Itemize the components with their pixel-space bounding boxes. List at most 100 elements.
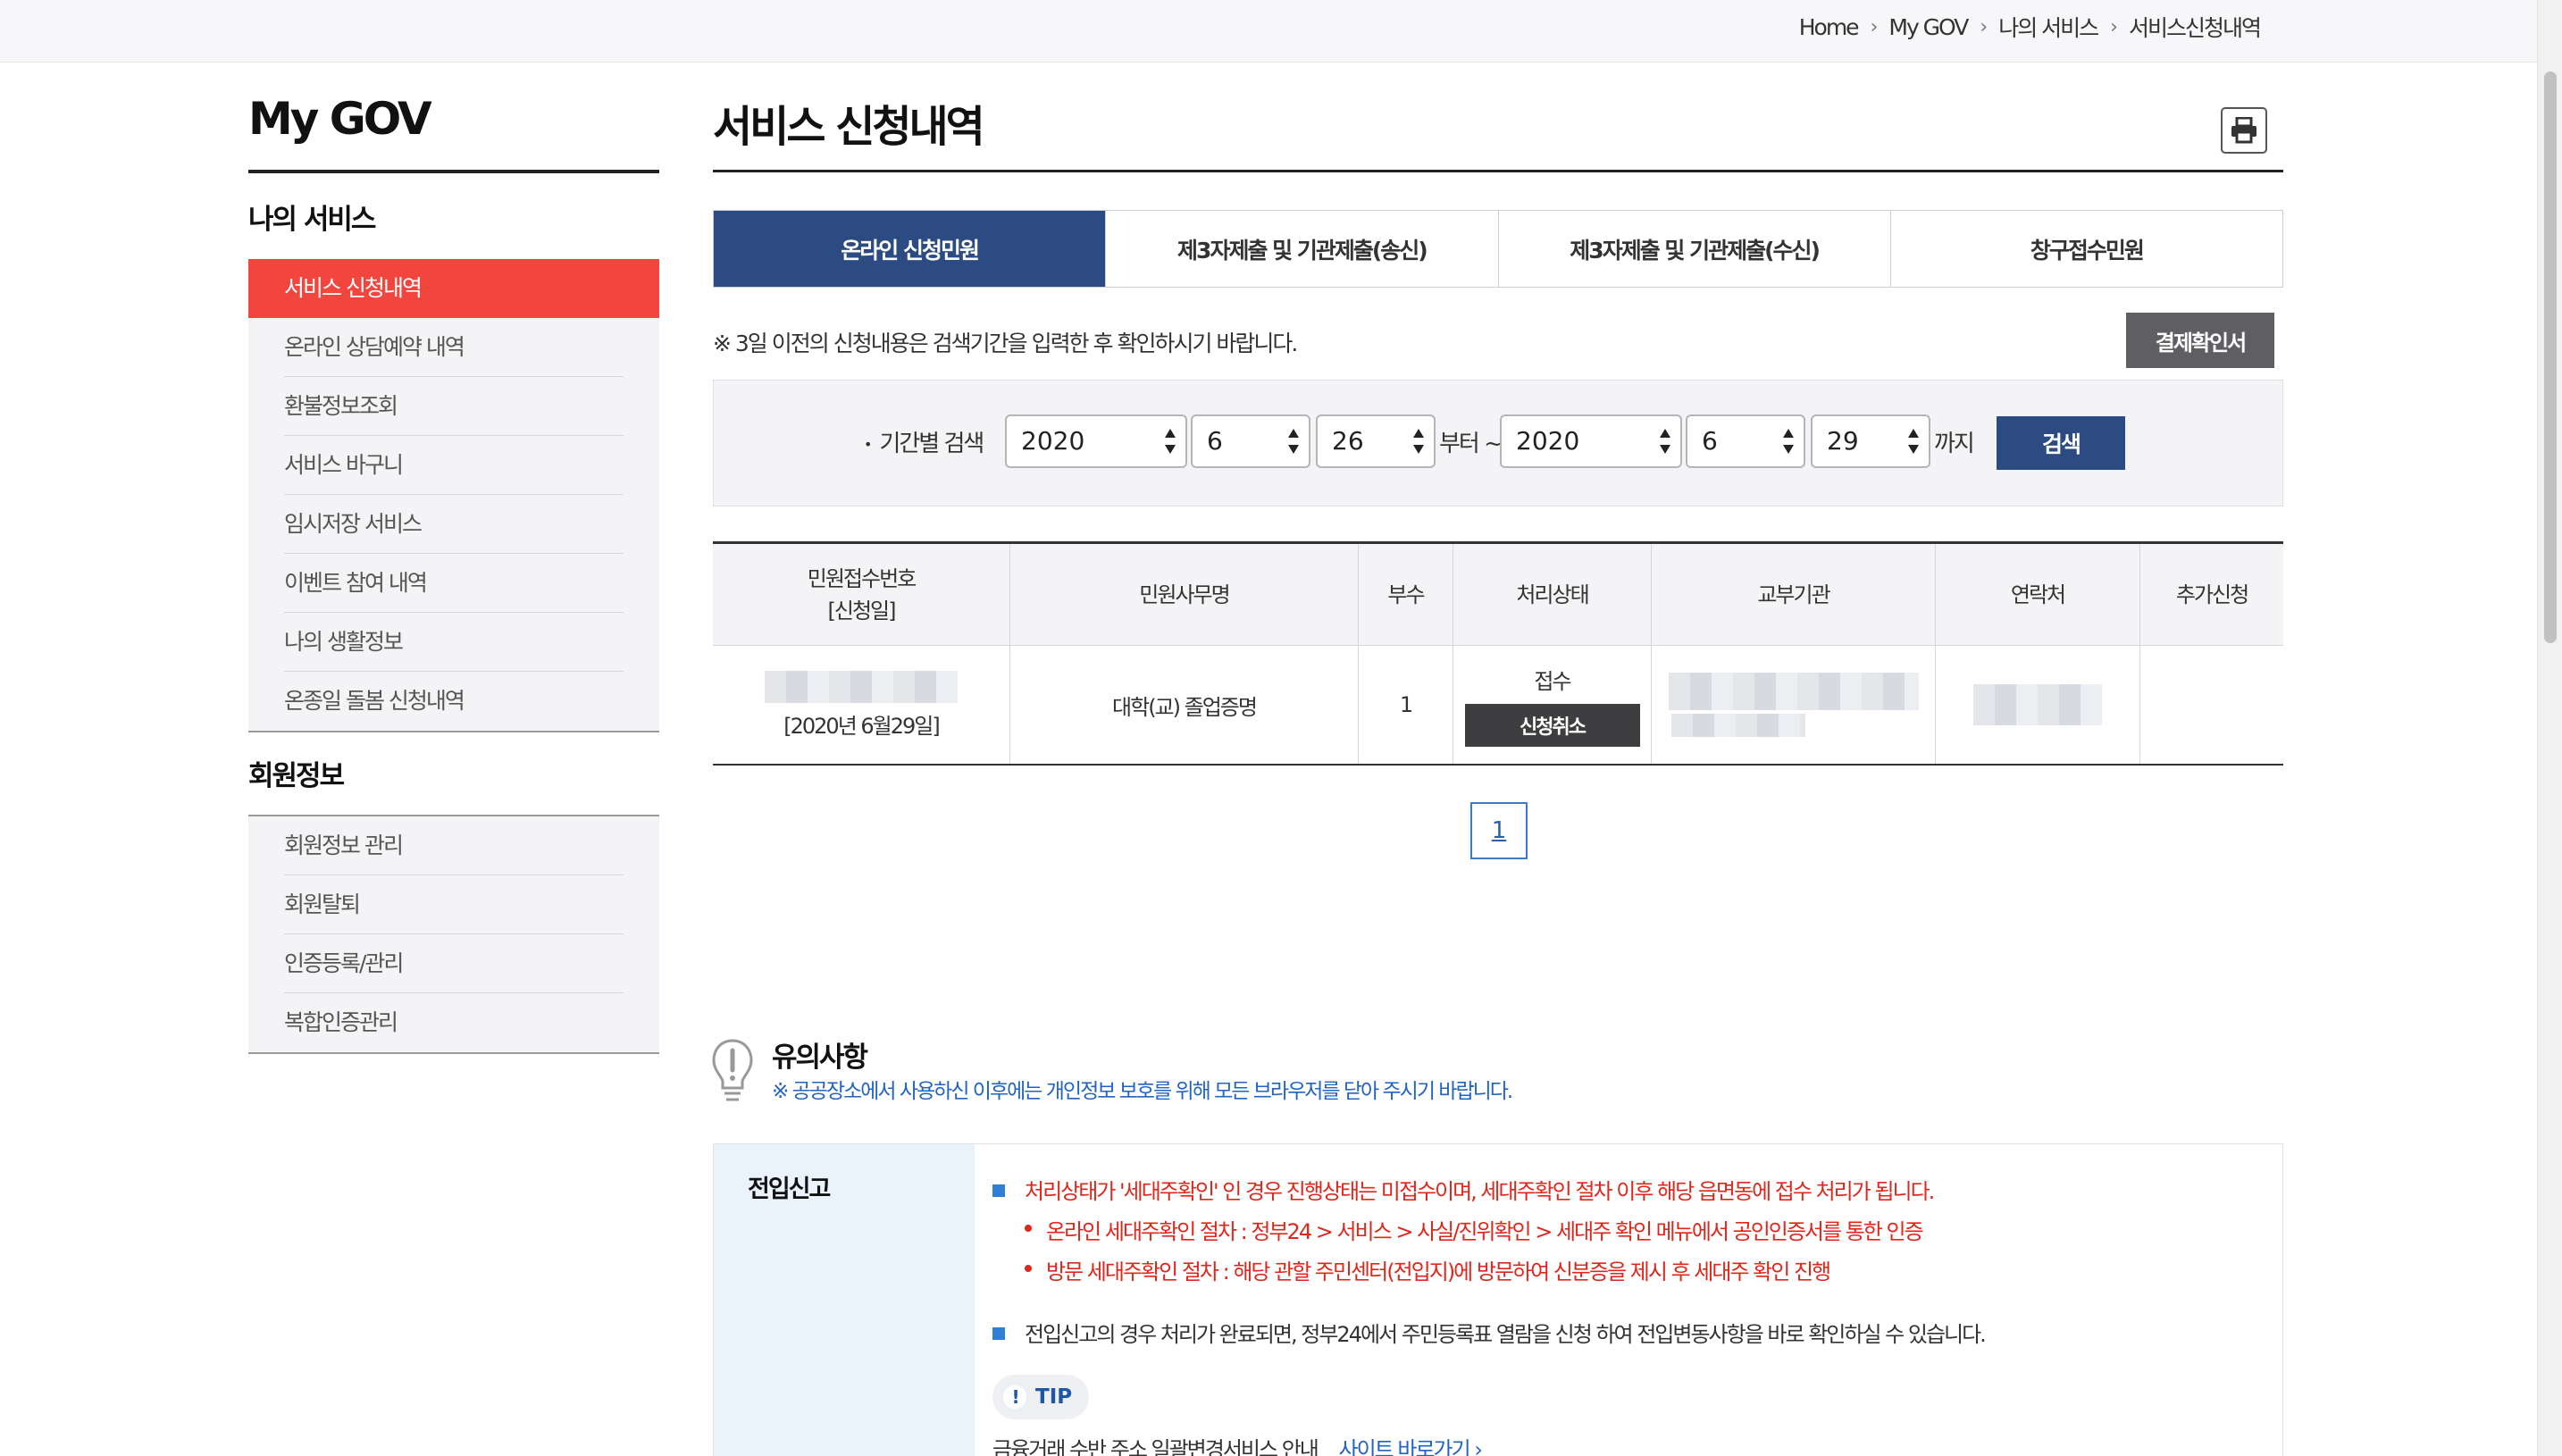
header-copies: 부수 [1359,544,1453,646]
to-month-value: 6 [1702,426,1718,456]
sidebar-item-event[interactable]: 이벤트 참여 내역 [248,554,659,613]
from-day-select[interactable]: 26 [1316,414,1436,468]
page-title: 서비스 신청내역 [713,102,985,152]
header-apply-date-label: [신청일] [827,598,897,623]
info-line-status: 처리상태가 '세대주확인' 인 경우 진행상태는 미접수이며, 세대주확인 절차… [1025,1179,1935,1204]
tip-text: 금융거래 수반 주소 일괄변경서비스 안내 [992,1437,1319,1456]
tip-badge: ! TIP [992,1375,1089,1419]
header-additional: 추가신청 [2140,544,2283,646]
header-receipt-number: 민원접수번호 [신청일] [713,544,1010,646]
from-year-select[interactable]: 2020 [1005,414,1187,468]
table-row: [2020년 6월29일] 대학(교) 졸업증명 1 접수 신청취소 [713,646,2283,764]
sidebar-group-member: 회원정보 [248,760,345,792]
cell-receipt-number: [2020년 6월29일] [713,646,1010,764]
to-month-select[interactable]: 6 [1686,414,1805,468]
breadcrumb-my-service[interactable]: 나의 서비스 [1998,11,2099,43]
sidebar-item-cert[interactable]: 인증등록/관리 [248,934,659,993]
tab-third-party-sent[interactable]: 제3자제출 및 기관제출(송신) [1106,211,1499,287]
sidebar-item-life-info[interactable]: 나의 생활정보 [248,613,659,672]
chevron-right-icon: › [1870,15,1879,38]
sidebar-item-care[interactable]: 온종일 돌봄 신청내역 [248,672,659,731]
tab-online-application[interactable]: 온라인 신청민원 [714,211,1107,287]
info-line-online: 온라인 세대주확인 절차 : 정부24 > 서비스 > 사실/진위확인 > 세대… [1046,1219,1924,1244]
divider [713,170,2283,172]
sidebar-title: My GOV [248,93,432,145]
redacted-agency-line2 [1671,714,1805,737]
caution-subtitle: ※ 공공장소에서 사용하신 이후에는 개인정보 보호를 위해 모든 브라우저를 … [772,1080,1513,1103]
to-day-value: 29 [1827,426,1859,456]
table-header-row: 민원접수번호 [신청일] 민원사무명 부수 처리상태 교부기관 연락처 추가신청 [713,544,2283,646]
site-shortcut-label: 사이트 바로가기 [1338,1437,1471,1456]
lightbulb-icon [712,1039,753,1101]
page-number-current[interactable]: 1 [1470,802,1528,859]
chevron-right-icon: › [1474,1437,1483,1456]
header-status: 처리상태 [1453,544,1652,646]
to-day-select[interactable]: 29 [1811,414,1930,468]
sidebar-menu-my-service: 서비스 신청내역 온라인 상담예약 내역 환불정보조회 서비스 바구니 임시저장… [248,259,659,731]
payment-receipt-button[interactable]: 결제확인서 [2126,313,2274,368]
header-service-name: 민원사무명 [1010,544,1359,646]
sidebar-menu-member: 회원정보 관리 회원탈퇴 인증등록/관리 복합인증관리 [248,816,659,1052]
square-bullet-icon [992,1327,1005,1340]
vertical-scrollbar[interactable] [2537,0,2562,1456]
sidebar-item-multi-cert[interactable]: 복합인증관리 [248,993,659,1052]
select-arrows-icon [1782,427,1795,456]
to-text: 까지 [1934,431,1975,457]
from-text: 부터 ~ [1439,431,1503,457]
divider [248,1052,659,1054]
print-button[interactable] [2221,107,2267,154]
sidebar-item-refund[interactable]: 환불정보조회 [248,377,659,436]
sidebar-item-temp-saved[interactable]: 임시저장 서비스 [248,495,659,554]
tip-text-row: 금융거래 수반 주소 일괄변경서비스 안내 사이트 바로가기 › [992,1432,1483,1456]
to-year-select[interactable]: 2020 [1500,414,1682,468]
search-button[interactable]: 검색 [1997,416,2125,470]
cancel-application-button[interactable]: 신청취소 [1464,703,1640,747]
redacted-receipt-number [765,670,958,703]
status-text: 접수 [1534,668,1571,694]
cell-apply-date: [2020년 6월29일] [783,713,940,739]
select-arrows-icon [1412,427,1425,456]
top-bar: Home › My GOV › 나의 서비스 › 서비스신청내역 [0,0,2537,63]
search-label: • 기간별 검색 [864,425,984,458]
application-table: 민원접수번호 [신청일] 민원사무명 부수 처리상태 교부기관 연락처 추가신청 … [713,541,2283,766]
sidebar-item-member-manage[interactable]: 회원정보 관리 [248,816,659,875]
tab-counter-application[interactable]: 창구접수민원 [1890,211,2282,287]
breadcrumb-home[interactable]: Home [1799,14,1860,40]
info-heading: 전입신고 [748,1176,831,1203]
tab-third-party-received[interactable]: 제3자제출 및 기관제출(수신) [1498,211,1891,287]
sidebar-group-my-service: 나의 서비스 [248,204,376,236]
header-issuing-agency: 교부기관 [1652,544,1936,646]
select-arrows-icon [1659,427,1671,456]
sidebar-item-service-basket[interactable]: 서비스 바구니 [248,436,659,495]
from-month-value: 6 [1207,426,1223,456]
scrollbar-thumb[interactable] [2544,71,2557,643]
divider [248,170,659,173]
cell-service-name[interactable]: 대학(교) 졸업증명 [1010,646,1359,764]
chevron-right-icon: › [1980,15,1988,38]
info-line-complete: 전입신고의 경우 처리가 완료되면, 정부24에서 주민등록표 열람을 신청 하… [1025,1322,1987,1347]
site-shortcut-link[interactable]: 사이트 바로가기 › [1338,1437,1483,1456]
exclamation-icon: ! [1003,1385,1026,1409]
tip-label: TIP [1035,1385,1073,1409]
breadcrumb-mygov[interactable]: My GOV [1888,14,1969,40]
from-month-select[interactable]: 6 [1191,414,1310,468]
square-bullet-icon [992,1184,1005,1197]
sidebar-item-consult-reservation[interactable]: 온라인 상담예약 내역 [248,318,659,377]
dot-bullet-icon [1025,1225,1032,1232]
breadcrumb-current: 서비스신청내역 [2128,15,2262,41]
select-arrows-icon [1907,427,1920,456]
cell-status: 접수 신청취소 [1453,646,1652,764]
printer-icon [2231,117,2256,144]
header-receipt-number-label: 민원접수번호 [807,565,917,591]
cell-contact [1936,646,2140,764]
sidebar-item-service-history[interactable]: 서비스 신청내역 [248,259,659,318]
dot-bullet-icon [1025,1265,1032,1272]
to-year-value: 2020 [1516,426,1580,456]
sidebar-item-withdraw[interactable]: 회원탈퇴 [248,875,659,934]
from-day-value: 26 [1332,426,1364,456]
caution-title: 유의사항 [772,1042,868,1074]
from-year-value: 2020 [1021,426,1085,456]
chevron-right-icon: › [2110,15,2118,38]
select-arrows-icon [1287,427,1300,456]
breadcrumb: Home › My GOV › 나의 서비스 › 서비스신청내역 [1799,11,2262,43]
